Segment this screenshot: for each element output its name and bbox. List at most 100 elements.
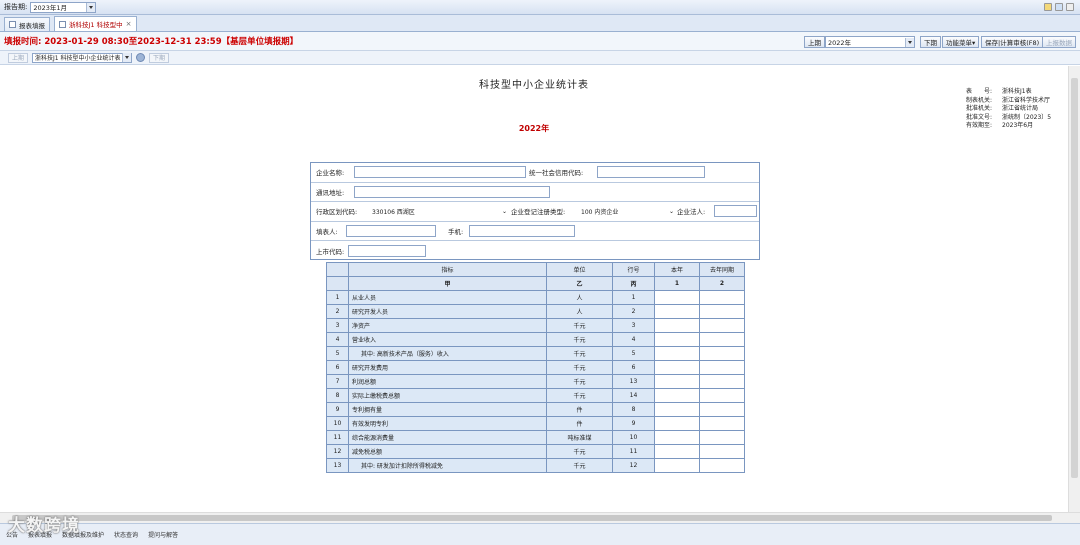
table-row: 7 利润总额 千元 13 [326,374,745,389]
go-icon[interactable] [136,53,146,62]
meta-row: 批准机关: 浙江省统计局 [966,105,1039,113]
row-unit: 千元 [546,346,613,361]
row-no-header: 行号 [612,262,655,277]
mobile-field[interactable] [469,225,575,238]
last-year-input[interactable] [699,458,745,473]
data-table: 指标 单位 行号 本年 去年同期 甲 乙 丙 1 2 1 从业人员人 1 2 研究开发人… [326,262,745,473]
save-calc-check-button[interactable]: 保存|计算审核(F8) [981,36,1044,48]
this-year-input[interactable] [654,444,700,459]
address-field[interactable] [354,185,550,198]
this-year-input[interactable] [654,332,700,347]
row-seq: 11 [326,430,349,445]
row-number: 5 [612,346,655,361]
row-indicator: 营业收入 [348,332,547,347]
chevron-down-icon [86,2,96,12]
credit-code-label: 统一社会信用代码: [529,169,584,178]
this-year-input[interactable] [654,374,700,389]
region-select[interactable]: 330106 西湖区 ⌄ [368,205,508,218]
year-select[interactable]: 2022年 [825,36,915,48]
last-year-input[interactable] [699,290,745,305]
this-year-input[interactable] [654,430,700,445]
horizontal-scrollbar[interactable] [0,512,1080,523]
row-unit: 千元 [546,444,613,459]
this-year-code: 1 [654,276,700,291]
table-select[interactable]: 浙科技J1 科技型中小企业统计表 [32,52,133,63]
scroll-thumb[interactable] [12,515,1052,521]
folder-icon[interactable] [1044,3,1052,11]
row-indicator: 从业人员 [348,290,547,305]
table-row: 5 其中: 高新技术产品（服务）收入 千元 5 [326,346,745,361]
last-year-input[interactable] [699,360,745,375]
last-year-input[interactable] [699,416,745,431]
row-unit: 件 [546,416,613,431]
prev-period-button[interactable]: 上期 [804,36,825,48]
this-year-input[interactable] [654,318,700,333]
row-number: 6 [612,360,655,375]
last-year-input[interactable] [699,346,745,361]
status-link-faq[interactable]: 提问与解答 [148,530,178,539]
help-icon[interactable] [1055,3,1063,11]
indicator-header: 指标 [348,262,547,277]
table-row: 11 综合能源消费量 吨标准煤 10 [326,430,745,445]
this-year-input[interactable] [654,402,700,417]
this-year-input[interactable] [654,304,700,319]
last-year-input[interactable] [699,444,745,459]
info-row-filler: 填表人: 手机: [311,222,759,242]
next-table-button[interactable]: 下期 [149,52,170,63]
this-year-input[interactable] [654,346,700,361]
window-controls [1044,3,1074,11]
form-year: 2022年 [518,124,550,133]
credit-code-field[interactable] [597,166,705,179]
row-number: 2 [612,304,655,319]
row-unit: 千元 [546,332,613,347]
fill-time-bar: 填报时间: 2023-01-29 08:30至2023-12-31 23:59【… [0,32,1080,51]
row-seq: 8 [326,388,349,403]
tab-current-form[interactable]: 浙科技J1 科技型中 × [54,16,137,31]
this-year-input[interactable] [654,388,700,403]
row-indicator: 实际上缴税费总额 [348,388,547,403]
this-year-input[interactable] [654,458,700,473]
this-year-input[interactable] [654,290,700,305]
last-year-input[interactable] [699,388,745,403]
tab-label: 报表填报 [19,21,45,30]
row-seq: 2 [326,304,349,319]
row-indicator: 研究开发人员 [348,304,547,319]
last-year-input[interactable] [699,430,745,445]
row-seq: 10 [326,416,349,431]
this-year-input[interactable] [654,360,700,375]
info-row-company: 企业名称: 统一社会信用代码: [311,163,759,183]
scroll-thumb[interactable] [1071,78,1078,478]
submit-data-button[interactable]: 上报数据 [1042,36,1076,48]
prev-table-button[interactable]: 上期 [8,52,29,63]
chevron-down-icon: ⌄ [668,207,674,215]
tab-report-fill[interactable]: 报表填报 [4,17,50,31]
vertical-scrollbar[interactable] [1068,66,1080,512]
listed-code-field[interactable] [348,245,426,258]
last-year-input[interactable] [699,304,745,319]
last-year-input[interactable] [699,318,745,333]
reg-type-select[interactable]: 100 内资企业 ⌄ [577,205,675,218]
status-link-query[interactable]: 状态查询 [114,530,138,539]
print-icon[interactable] [1066,3,1074,11]
next-period-button[interactable]: 下期 [920,36,941,48]
seq-header [326,262,349,277]
close-icon[interactable]: × [126,20,132,28]
last-year-input[interactable] [699,374,745,389]
info-row-listed: 上市代码: [311,241,759,261]
row-number: 13 [612,374,655,389]
last-year-input[interactable] [699,402,745,417]
row-indicator: 研究开发费用 [348,360,547,375]
tab-label: 浙科技J1 科技型中 [69,21,123,29]
enterprise-info-box: 企业名称: 统一社会信用代码: 通讯地址: 行政区划代码: 330106 西湖区… [310,162,760,260]
row-indicator: 减免税总额 [348,444,547,459]
legal-person-field[interactable] [714,205,757,218]
function-menu-button[interactable]: 功能菜单▾ [942,36,980,48]
company-name-field[interactable] [354,166,526,179]
fill-time-text: 填报时间: 2023-01-29 08:30至2023-12-31 23:59【… [4,37,299,47]
period-select[interactable]: 2023年1月 [30,1,97,13]
last-year-input[interactable] [699,332,745,347]
seq-code [326,276,349,291]
this-year-input[interactable] [654,416,700,431]
row-seq: 9 [326,402,349,417]
filler-field[interactable] [346,225,436,238]
